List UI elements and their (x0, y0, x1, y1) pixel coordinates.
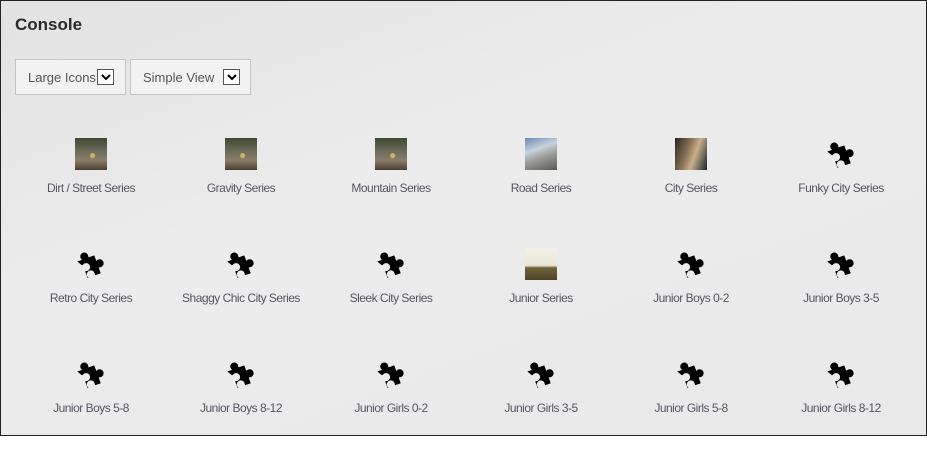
puzzle-icon[interactable] (825, 248, 857, 280)
category-label[interactable]: Junior Girls 0-2 (354, 401, 428, 415)
category-item[interactable]: Shaggy Chic City Series (166, 248, 316, 358)
category-label[interactable]: Dirt / Street Series (47, 181, 136, 195)
puzzle-icon[interactable] (225, 358, 257, 390)
category-item[interactable]: Mountain Series (316, 138, 466, 248)
chevron-down-icon[interactable] (97, 69, 114, 85)
category-item[interactable]: Junior Girls 3-5 (466, 358, 616, 468)
category-item[interactable]: Retro City Series (16, 248, 166, 358)
category-thumbnail-image[interactable] (525, 138, 557, 170)
view-mode-select[interactable]: Simple View (130, 59, 251, 95)
category-thumbnail-image[interactable] (525, 248, 557, 280)
puzzle-icon[interactable] (75, 248, 107, 280)
category-label[interactable]: Junior Boys 8-12 (200, 401, 283, 415)
category-label[interactable]: Junior Girls 8-12 (801, 401, 881, 415)
puzzle-icon[interactable] (375, 248, 407, 280)
category-item[interactable]: Junior Boys 3-5 (766, 248, 916, 358)
category-item[interactable]: Gravity Series (166, 138, 316, 248)
category-label[interactable]: Road Series (511, 181, 572, 195)
category-item[interactable]: Sleek City Series (316, 248, 466, 358)
puzzle-icon[interactable] (375, 358, 407, 390)
puzzle-icon[interactable] (675, 358, 707, 390)
category-item[interactable]: Junior Girls 5-8 (616, 358, 766, 468)
category-grid: Dirt / Street Series Gravity Series Mounta… (16, 138, 916, 468)
category-label[interactable]: Junior Girls 5-8 (654, 401, 728, 415)
puzzle-icon[interactable] (825, 358, 857, 390)
category-label[interactable]: Junior Boys 5-8 (53, 401, 129, 415)
category-item[interactable]: Junior Series (466, 248, 616, 358)
category-thumbnail-image[interactable] (75, 138, 107, 170)
category-item[interactable]: Junior Girls 0-2 (316, 358, 466, 468)
category-label[interactable]: Funky City Series (798, 181, 884, 195)
category-label[interactable]: Gravity Series (207, 181, 276, 195)
puzzle-icon[interactable] (525, 358, 557, 390)
icon-size-select[interactable]: Large Icons (15, 59, 126, 95)
category-item[interactable]: Dirt / Street Series (16, 138, 166, 248)
chevron-down-icon[interactable] (223, 69, 240, 85)
category-label[interactable]: City Series (665, 181, 718, 195)
category-thumbnail-image[interactable] (675, 138, 707, 170)
category-thumbnail-image[interactable] (225, 138, 257, 170)
category-label[interactable]: Junior Girls 3-5 (504, 401, 578, 415)
category-label[interactable]: Junior Boys 3-5 (803, 291, 879, 305)
category-label[interactable]: Shaggy Chic City Series (182, 291, 300, 305)
category-item[interactable]: Junior Boys 8-12 (166, 358, 316, 468)
puzzle-icon[interactable] (825, 138, 857, 170)
category-item[interactable]: Junior Girls 8-12 (766, 358, 916, 468)
category-item[interactable]: Junior Boys 0-2 (616, 248, 766, 358)
category-thumbnail-image[interactable] (375, 138, 407, 170)
puzzle-icon[interactable] (75, 358, 107, 390)
puzzle-icon[interactable] (675, 248, 707, 280)
category-label[interactable]: Retro City Series (50, 291, 133, 305)
category-item[interactable]: Road Series (466, 138, 616, 248)
view-mode-value: Simple View (143, 69, 215, 85)
category-item[interactable]: Funky City Series (766, 138, 916, 248)
category-label[interactable]: Mountain Series (351, 181, 431, 195)
category-label[interactable]: Junior Boys 0-2 (653, 291, 729, 305)
puzzle-icon[interactable] (225, 248, 257, 280)
category-label[interactable]: Junior Series (509, 291, 573, 305)
category-item[interactable]: City Series (616, 138, 766, 248)
category-item[interactable]: Junior Boys 5-8 (16, 358, 166, 468)
console-panel: Console Large Icons Simple View Dirt / S… (0, 0, 927, 436)
icon-size-value: Large Icons (28, 69, 96, 85)
category-label[interactable]: Sleek City Series (350, 291, 433, 305)
page-title: Console (15, 15, 83, 34)
